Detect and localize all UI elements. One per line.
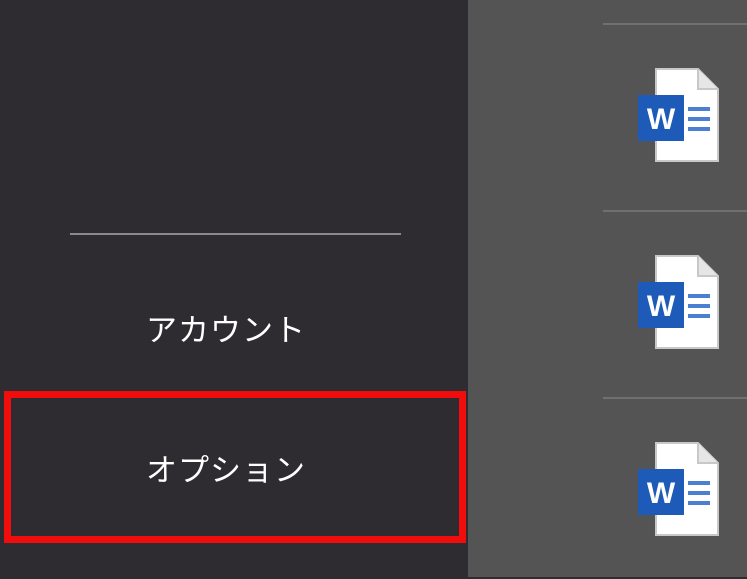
sidebar-item-options[interactable]: オプション — [4, 391, 466, 543]
document-row[interactable]: W — [603, 399, 747, 579]
word-document-icon: W — [638, 442, 719, 536]
sidebar-item-label: オプション — [146, 452, 306, 489]
recent-documents-list: W W W — [468, 0, 747, 577]
document-row[interactable]: W — [603, 212, 747, 392]
backstage-sidebar: アカウント オプション — [0, 0, 468, 577]
sidebar-item-account[interactable]: アカウント — [4, 260, 466, 394]
sidebar-divider — [70, 233, 401, 235]
word-document-icon: W — [638, 255, 719, 349]
svg-text:W: W — [647, 103, 676, 136]
svg-text:W: W — [647, 477, 676, 510]
svg-text:W: W — [647, 290, 676, 323]
sidebar-item-label: アカウント — [146, 312, 306, 349]
document-row[interactable]: W — [603, 25, 747, 205]
word-document-icon: W — [638, 68, 719, 162]
